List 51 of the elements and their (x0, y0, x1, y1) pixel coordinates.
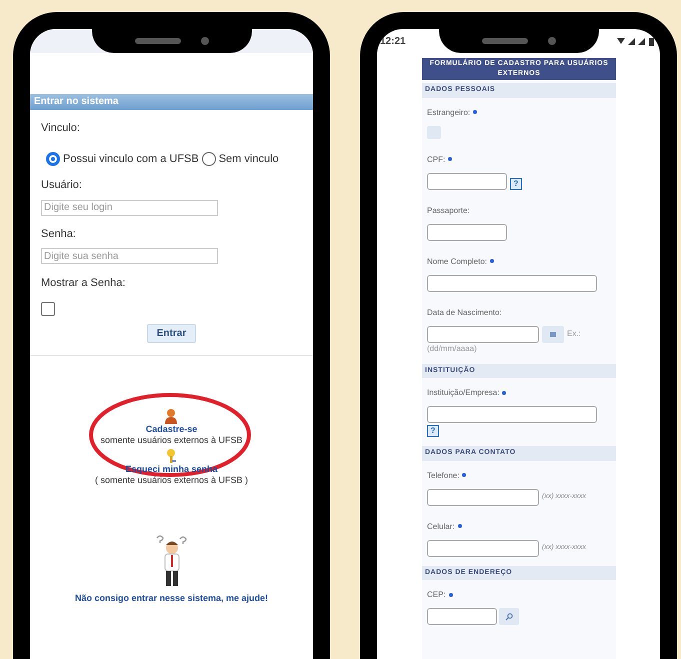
radio-button[interactable] (46, 152, 60, 166)
field-label: Vinculo: (41, 121, 81, 136)
key-icon (164, 448, 178, 464)
input-field[interactable] (427, 274, 597, 292)
field-label: Celular: (427, 520, 611, 532)
calendar-button[interactable] (542, 326, 564, 342)
login-button[interactable]: Entrar (146, 324, 196, 342)
field-label: Instituição/Empresa: (427, 387, 611, 399)
camera-icon (548, 37, 556, 45)
radio-button[interactable] (202, 152, 216, 166)
field-label: Data de Nascimento: (427, 306, 503, 318)
search-button[interactable] (499, 608, 519, 625)
input-field[interactable] (427, 172, 507, 190)
field-label: Passaporte: (427, 204, 471, 216)
text-field[interactable]: Digite seu login (41, 200, 218, 216)
camera-icon (200, 37, 208, 45)
field-label: CPF: (427, 154, 611, 166)
field-label: Nome Completo: (427, 256, 611, 268)
help-button[interactable]: ? (510, 178, 522, 190)
input-field[interactable] (427, 540, 539, 556)
format-hint: (dd/mm/aaaa) (427, 342, 478, 354)
link[interactable]: Cadastre-se (146, 424, 198, 434)
status-time: 12:21 (380, 34, 406, 48)
link-note: ( somente usuários externos à UFSB ) (94, 474, 248, 486)
person-icon (164, 408, 178, 424)
radio-label: Possui vinculo com a UFSB (63, 152, 199, 166)
speaker-icon (134, 38, 180, 44)
calendar-icon (550, 332, 556, 336)
field-label: Senha: (41, 226, 77, 242)
text-field[interactable]: Digite sua senha (41, 248, 218, 264)
speaker-icon (482, 38, 528, 44)
confused-man-drawing (154, 534, 188, 588)
field-label: CEP: (427, 589, 611, 601)
input-field[interactable] (427, 488, 539, 506)
format-hint: Ex.: (567, 328, 581, 340)
link-note: somente usuários externos à UFSB (100, 434, 243, 446)
field-label: Telefone: (427, 470, 611, 482)
input-field[interactable] (427, 326, 539, 342)
help-link[interactable]: Não consigo entrar nesse sistema, me ajude! (74, 592, 268, 605)
show-password-checkbox[interactable] (41, 302, 55, 316)
help-button[interactable]: ? (427, 425, 439, 437)
search-icon (505, 612, 513, 620)
input-field[interactable] (427, 608, 497, 625)
checkbox[interactable] (427, 126, 441, 138)
field-label: Estrangeiro: (427, 106, 611, 118)
radio-label: Sem vinculo (218, 152, 279, 166)
panel-header: Entrar no sistema (30, 94, 313, 110)
field-label: Mostrar a Senha: (41, 276, 126, 291)
input-field[interactable] (427, 406, 597, 423)
input-field[interactable] (427, 224, 507, 240)
field-label: Usuário: (41, 178, 83, 193)
